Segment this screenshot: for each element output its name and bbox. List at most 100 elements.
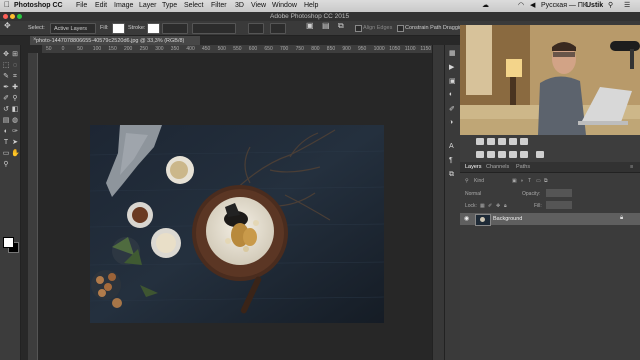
zoom-tool-icon[interactable]: ⚲ <box>2 161 10 168</box>
artboard-tool-icon[interactable]: ⊞ <box>11 51 19 58</box>
quick-select-tool-icon[interactable]: ✎ <box>2 73 10 80</box>
keyboard-layout[interactable]: Русская — ПК <box>541 2 587 10</box>
apple-icon[interactable]:  <box>4 1 10 9</box>
vibrance-icon[interactable] <box>520 138 528 145</box>
exposure-icon[interactable] <box>509 138 517 145</box>
clone-stamp-tool-icon[interactable]: ⚲ <box>11 95 19 102</box>
blur-tool-icon[interactable]: ◍ <box>11 117 19 124</box>
panel-menu-icon[interactable]: ≡ <box>630 164 633 170</box>
path-ops-icon[interactable]: ▣ <box>306 22 314 30</box>
menu-view[interactable]: View <box>251 2 266 10</box>
align-edges-checkbox[interactable] <box>355 25 362 32</box>
shape-tool-icon[interactable]: ▭ <box>2 150 10 157</box>
menu-type[interactable]: Type <box>162 2 177 10</box>
menu-filter[interactable]: Filter <box>211 2 227 10</box>
tab-layers[interactable]: Layers <box>465 164 482 170</box>
gradient-tool-icon[interactable]: ▤ <box>2 117 10 124</box>
document-tab-close-icon[interactable]: × <box>33 37 37 43</box>
swatches-panel-icon[interactable]: ▣ <box>449 77 456 85</box>
color-panel-icon[interactable]: ◐ <box>449 91 453 98</box>
brightness-contrast-icon[interactable] <box>476 138 484 145</box>
filter-smart-icon[interactable]: ⧉ <box>544 178 548 184</box>
levels-icon[interactable] <box>487 138 495 145</box>
close-button[interactable] <box>3 14 8 19</box>
fill-swatch[interactable] <box>112 23 125 34</box>
height-field[interactable] <box>270 23 286 34</box>
menu-window[interactable]: Window <box>272 2 297 10</box>
character-panel-icon[interactable]: A <box>449 143 454 150</box>
lock-pixels-icon[interactable]: ▦ <box>480 203 485 209</box>
eyedropper-tool-icon[interactable]: ✒ <box>2 84 10 91</box>
menu-edit[interactable]: Edit <box>95 2 107 10</box>
search-icon[interactable]: ⚲ <box>608 2 613 10</box>
color-balance-icon[interactable] <box>487 151 495 158</box>
zoom-button[interactable] <box>17 14 22 19</box>
opacity-field[interactable] <box>546 189 572 197</box>
hand-tool-icon[interactable]: ✋ <box>11 150 20 157</box>
wifi-icon[interactable]: ◠ <box>518 2 524 10</box>
kind-dropdown[interactable]: Kind <box>474 178 484 184</box>
menu-select[interactable]: Select <box>184 2 203 10</box>
history-panel-icon[interactable]: ▦ <box>449 49 456 57</box>
menu-3d[interactable]: 3D <box>235 2 244 10</box>
fill-field[interactable] <box>546 201 572 209</box>
menu-image[interactable]: Image <box>114 2 133 10</box>
notification-icon[interactable]: ☰ <box>624 2 630 10</box>
layer-comps-panel-icon[interactable]: ⧉ <box>449 171 454 179</box>
tab-channels[interactable]: Channels <box>486 164 509 170</box>
hue-saturation-icon[interactable] <box>476 151 484 158</box>
minimize-button[interactable] <box>10 14 15 19</box>
lock-paint-icon[interactable]: ✐ <box>488 203 492 209</box>
path-arrange-icon[interactable]: ⧉ <box>338 22 344 30</box>
history-brush-tool-icon[interactable]: ↺ <box>2 106 10 113</box>
move-tool-icon[interactable]: ✥ <box>2 51 10 58</box>
pen-tool-icon[interactable]: ✑ <box>11 128 19 135</box>
stroke-type-dropdown[interactable] <box>192 23 236 34</box>
menu-file[interactable]: File <box>76 2 87 10</box>
volume-icon[interactable]: ◀ <box>530 2 535 10</box>
lock-all-icon[interactable]: 🔒︎ <box>504 203 507 209</box>
crop-tool-icon[interactable]: ⌗ <box>11 73 19 80</box>
black-white-icon[interactable] <box>498 151 506 158</box>
path-select-tool-icon[interactable]: ➤ <box>11 139 19 146</box>
eraser-tool-icon[interactable]: ◧ <box>11 106 19 113</box>
dodge-tool-icon[interactable]: ◐ <box>2 128 10 135</box>
brush-panel-icon[interactable]: ✐ <box>449 105 455 113</box>
actions-panel-icon[interactable]: ▶ <box>449 63 454 71</box>
type-tool-icon[interactable]: T <box>2 139 10 146</box>
brush-tool-icon[interactable]: ✐ <box>2 95 10 102</box>
layer-visibility-eye-icon[interactable]: ◉ <box>464 215 469 222</box>
paragraph-panel-icon[interactable]: ¶ <box>449 157 453 164</box>
healing-brush-tool-icon[interactable]: ✚ <box>11 84 19 91</box>
filter-shape-icon[interactable]: ▭ <box>536 178 541 184</box>
path-align-icon[interactable]: ▤ <box>322 22 330 30</box>
photo-filter-icon[interactable] <box>509 151 517 158</box>
lock-position-icon[interactable]: ✥ <box>496 203 500 209</box>
tab-paths[interactable]: Paths <box>516 164 530 170</box>
filter-adjust-icon[interactable]: ◑ <box>520 178 523 184</box>
move-tool-preset-icon[interactable]: ✥ <box>4 22 11 30</box>
filter-type-icon[interactable]: T <box>528 178 531 184</box>
user-name[interactable]: Ustik <box>586 2 603 10</box>
menu-layer[interactable]: Layer <box>139 2 157 10</box>
menu-app-name[interactable]: Photoshop CC <box>14 2 63 10</box>
stroke-swatch[interactable] <box>147 23 160 34</box>
adjustments-panel-icon[interactable]: ◑ <box>449 119 453 126</box>
width-field[interactable] <box>248 23 264 34</box>
constrain-path-checkbox[interactable] <box>397 25 404 32</box>
menu-help[interactable]: Help <box>304 2 318 10</box>
invert-icon[interactable] <box>536 151 544 158</box>
blend-mode-dropdown[interactable]: Normal <box>465 191 481 197</box>
document-image[interactable] <box>90 125 384 323</box>
lasso-tool-icon[interactable]: ◌ <box>11 62 19 69</box>
foreground-color-swatch[interactable] <box>3 237 14 248</box>
stroke-width-field[interactable] <box>162 23 188 34</box>
select-dropdown[interactable]: Active Layers <box>50 23 96 34</box>
filter-pixel-icon[interactable]: ▣ <box>512 178 517 184</box>
layer-row-background[interactable]: ◉ Background 🔒︎ <box>460 213 640 226</box>
cloud-icon[interactable]: ☁ <box>482 2 489 10</box>
marquee-tool-icon[interactable]: ⬚ <box>2 62 10 69</box>
curves-icon[interactable] <box>498 138 506 145</box>
channel-mixer-icon[interactable] <box>520 151 528 158</box>
document-tab[interactable]: photo-1447078806655-40579c2520d6.jpg @ 3… <box>30 36 200 45</box>
